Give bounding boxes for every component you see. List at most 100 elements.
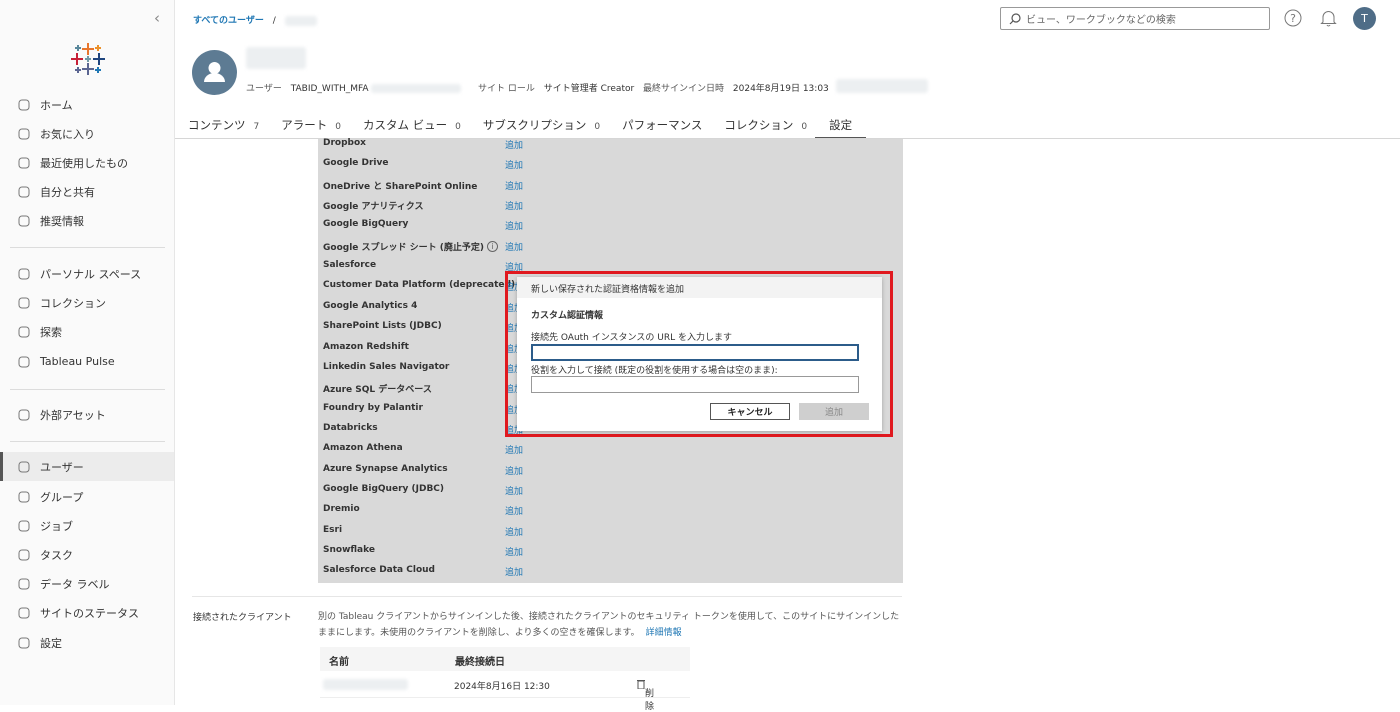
breadcrumb-all-users-link[interactable]: すべてのユーザー [193,16,264,26]
more-info-link[interactable]: 詳細情報 [646,628,682,638]
add-connection-link[interactable]: 追加 [505,138,523,151]
search-input[interactable]: ビュー、ワークブックなどの検索 [1000,7,1270,30]
connection-row: Google スプレッド シート (廃止予定) i [323,240,499,253]
sidebar-item-label: データ ラベル [40,577,110,591]
role-input[interactable] [531,376,859,393]
person-icon [204,62,225,82]
tab-4[interactable]: パフォーマンス [622,117,702,139]
sidebar: ‹ ホームお気に入り最近使用したもの自分と共有推奨情報パーソナル スペース コレク… [0,0,175,705]
add-connection-link[interactable]: 追加 [505,464,523,477]
sidebar-item-13[interactable]: タスク [0,540,174,569]
tab-count: 0 [801,122,808,132]
group-icon [17,490,31,504]
clients-table-header: 名前 最終接続日 [320,647,690,671]
col-last-connected-header: 最終接続日 [455,657,505,668]
tab-0[interactable]: コンテンツ 7 [188,117,259,139]
pulse-icon [17,355,31,369]
add-connection-link[interactable]: 追加 [505,199,523,212]
connection-row: Google アナリティクス [323,199,424,212]
connection-name: Google BigQuery (JDBC) [323,484,445,494]
add-connection-link[interactable]: 追加 [505,545,523,558]
connection-row: Snowflake [323,545,375,555]
sidebar-item-3[interactable]: 自分と共有 [0,177,174,206]
sidebar-item-5[interactable]: パーソナル スペース [0,259,174,288]
tab-3[interactable]: サブスクリプション 0 [483,117,600,139]
cancel-button[interactable]: キャンセル [710,403,790,420]
connection-name: Google アナリティクス [323,202,424,212]
add-connection-link[interactable]: 追加 [505,179,523,192]
sidebar-divider [10,247,165,248]
add-connection-link[interactable]: 追加 [505,240,523,253]
sidebar-item-7[interactable]: 探索 [0,317,174,346]
last-signin-meta: 最終サインイン日時 2024年8月19日 13:03 [643,81,829,94]
tableau-logo-icon[interactable] [70,41,106,77]
connection-name: Google スプレッド シート (廃止予定) [323,243,485,253]
connection-row: Salesforce Data Cloud [323,565,435,575]
breadcrumb-separator: / [272,16,276,26]
account-avatar[interactable]: T [1353,7,1376,30]
sidebar-item-8[interactable]: Tableau Pulse [0,347,174,376]
svg-text:?: ? [1290,12,1296,25]
last-connected-cell: 2024年8月16日 12:30 [454,682,550,692]
sidebar-item-1[interactable]: お気に入り [0,119,174,148]
trash-icon [637,680,645,690]
sidebar-item-label: 探索 [40,325,62,339]
sidebar-divider [10,441,165,442]
breadcrumb: すべてのユーザー / [193,13,317,26]
add-connection-link[interactable]: 追加 [505,443,523,456]
dialog-title: カスタム認証情報 [531,311,604,321]
sidebar-item-label: 設定 [40,636,62,650]
sidebar-item-label: タスク [40,548,73,562]
tab-count: 0 [594,122,601,132]
redacted-client-name [323,679,408,690]
add-connection-link[interactable]: 追加 [505,525,523,538]
add-button[interactable]: 追加 [799,403,869,420]
add-connection-link[interactable]: 追加 [505,565,523,578]
sidebar-item-2[interactable]: 最近使用したもの [0,148,174,177]
sidebar-item-0[interactable]: ホーム [0,90,174,119]
add-connection-link[interactable]: 追加 [505,219,523,232]
oauth-url-input[interactable] [531,344,859,361]
sidebar-item-16[interactable]: 設定 [0,628,174,657]
site-role-label: サイト ロール [478,84,535,94]
lightbulb-icon [17,214,31,228]
sidebar-item-15[interactable]: サイトのステータス [0,598,174,627]
connection-row: Google BigQuery [323,219,408,229]
notification-bell-icon[interactable] [1320,9,1337,27]
table-row: 2024年8月16日 12:30 削除 [320,672,690,712]
info-icon[interactable]: i [487,241,499,252]
connection-row: Esri [323,525,342,535]
tab-2[interactable]: カスタム ビュー 0 [363,117,461,139]
sidebar-item-10[interactable]: ユーザー [0,452,174,481]
help-icon[interactable]: ? [1284,9,1302,27]
sidebar-item-label: お気に入り [40,127,95,141]
sidebar-item-6[interactable]: コレクション [0,288,174,317]
delete-client-button[interactable]: 削除 [637,679,654,712]
collapse-sidebar-icon[interactable]: ‹ [154,9,160,27]
connected-clients-description: 別の Tableau クライアントからサインインした後、接続されたクライアントの… [318,609,903,641]
site-role-value: サイト管理者 Creator [543,84,635,94]
last-signin-value: 2024年8月19日 13:03 [732,84,829,94]
shared-icon [17,185,31,199]
sidebar-item-11[interactable]: グループ [0,482,174,511]
dialog-header: 新しい保存された認証資格情報を追加 [517,277,882,298]
sidebar-item-14[interactable]: データ ラベル [0,569,174,598]
tab-5[interactable]: コレクション 0 [724,117,807,139]
tab-6[interactable]: 設定 [815,117,867,139]
sidebar-item-4[interactable]: 推奨情報 [0,206,174,235]
add-connection-link[interactable]: 追加 [505,158,523,171]
connection-name: Azure Synapse Analytics [323,464,448,474]
sidebar-item-label: 推奨情報 [40,214,84,228]
sidebar-item-12[interactable]: ジョブ [0,511,174,540]
sidebar-item-9[interactable]: 外部アセット [0,400,174,429]
tab-label: 設定 [829,118,853,132]
tab-1[interactable]: アラート 0 [281,117,341,139]
connection-name: OneDrive と SharePoint Online [323,182,478,192]
search-placeholder: ビュー、ワークブックなどの検索 [1026,15,1176,26]
add-connection-link[interactable]: 追加 [505,504,523,517]
sidebar-item-label: ユーザー [40,460,84,474]
sidebar-item-label: 自分と共有 [40,185,95,199]
connection-row: Salesforce [323,260,376,270]
connection-row: Dropbox [323,138,366,148]
add-connection-link[interactable]: 追加 [505,484,523,497]
